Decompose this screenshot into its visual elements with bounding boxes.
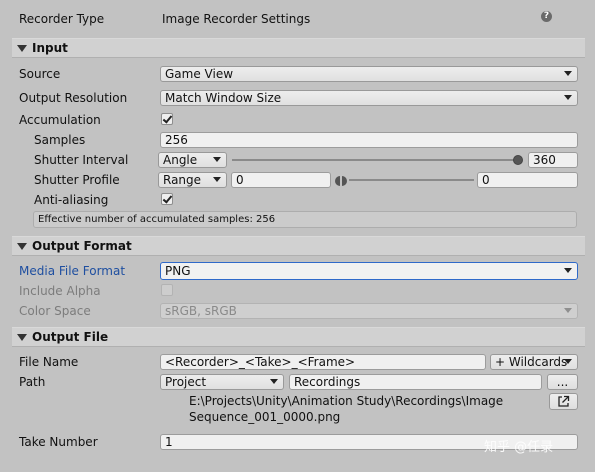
accumulation-checkbox[interactable] [161, 113, 173, 125]
recorder-type-label: Recorder Type [19, 12, 105, 26]
samples-input[interactable]: 256 [160, 132, 578, 148]
chevron-down-icon [213, 157, 221, 162]
samples-label: Samples [34, 133, 86, 147]
chevron-down-icon [213, 177, 221, 182]
chevron-down-icon [564, 95, 572, 100]
color-space-label: Color Space [19, 304, 91, 318]
foldout-expanded-icon [17, 334, 27, 341]
output-resolution-dropdown[interactable]: Match Window Size [160, 90, 578, 106]
foldout-expanded-icon [17, 45, 27, 52]
source-label: Source [19, 67, 61, 81]
take-number-label: Take Number [19, 435, 98, 449]
section-title: Output Format [32, 239, 132, 253]
section-title: Input [32, 41, 68, 55]
shutter-interval-mode-dropdown[interactable]: Angle [158, 152, 227, 168]
include-alpha-checkbox[interactable] [161, 284, 173, 296]
open-external-icon [558, 395, 570, 407]
full-path-line-1: E:\Projects\Unity\Animation Study\Record… [189, 394, 504, 408]
color-space-dropdown[interactable]: sRGB, sRGB [160, 303, 578, 319]
media-file-format-value: PNG [165, 264, 191, 278]
chevron-down-icon [564, 268, 572, 273]
shutter-profile-min-input[interactable]: 0 [231, 172, 331, 188]
wildcards-label: + Wildcards [495, 355, 568, 369]
anti-aliasing-checkbox[interactable] [161, 193, 173, 205]
shutter-profile-label: Shutter Profile [34, 173, 120, 187]
source-value: Game View [165, 67, 234, 81]
recorder-type-value: Image Recorder Settings [162, 12, 311, 26]
path-root-dropdown[interactable]: Project [160, 374, 284, 390]
min-max-slider-handle-icon[interactable] [335, 175, 347, 186]
media-file-format-label: Media File Format [19, 264, 126, 278]
chevron-down-icon [564, 359, 572, 364]
source-dropdown[interactable]: Game View [160, 66, 578, 82]
include-alpha-label: Include Alpha [19, 284, 101, 298]
chevron-down-icon [564, 308, 572, 313]
output-format-section-header[interactable]: Output Format [12, 236, 585, 256]
shutter-interval-input[interactable]: 360 [528, 152, 578, 168]
shutter-profile-mode-value: Range [163, 173, 202, 187]
shutter-profile-mode-dropdown[interactable]: Range [158, 172, 227, 188]
full-path-line-2: Sequence_001_0000.png [189, 410, 341, 424]
wildcards-dropdown[interactable]: + Wildcards [490, 354, 578, 370]
watermark: 知乎 @任录 [484, 440, 554, 455]
path-input[interactable]: Recordings [289, 374, 542, 390]
input-section-header[interactable]: Input [12, 38, 585, 58]
path-label: Path [19, 375, 46, 389]
output-file-section-header[interactable]: Output File [12, 327, 585, 347]
shutter-interval-mode-value: Angle [163, 153, 198, 167]
chevron-down-icon [270, 379, 278, 384]
output-resolution-label: Output Resolution [19, 91, 128, 105]
path-root-value: Project [165, 375, 207, 389]
shutter-profile-range-track[interactable] [349, 179, 474, 181]
output-resolution-value: Match Window Size [165, 91, 282, 105]
shutter-interval-label: Shutter Interval [34, 153, 129, 167]
foldout-expanded-icon [17, 243, 27, 250]
shutter-profile-max-input[interactable]: 0 [477, 172, 578, 188]
open-folder-button[interactable] [549, 393, 578, 410]
shutter-interval-slider-track[interactable] [232, 159, 518, 161]
browse-button[interactable]: ... [547, 374, 578, 390]
color-space-value: sRGB, sRGB [165, 304, 237, 318]
file-name-label: File Name [19, 355, 79, 369]
help-icon[interactable]: ? [541, 11, 552, 22]
help-box: Effective number of accumulated samples:… [33, 211, 577, 228]
accumulation-label: Accumulation [19, 113, 101, 127]
shutter-interval-slider-handle[interactable] [513, 155, 523, 165]
file-name-input[interactable]: <Recorder>_<Take>_<Frame> [160, 354, 486, 370]
media-file-format-dropdown[interactable]: PNG [160, 262, 578, 280]
section-title: Output File [32, 330, 109, 344]
chevron-down-icon [564, 71, 572, 76]
anti-aliasing-label: Anti-aliasing [34, 193, 109, 207]
